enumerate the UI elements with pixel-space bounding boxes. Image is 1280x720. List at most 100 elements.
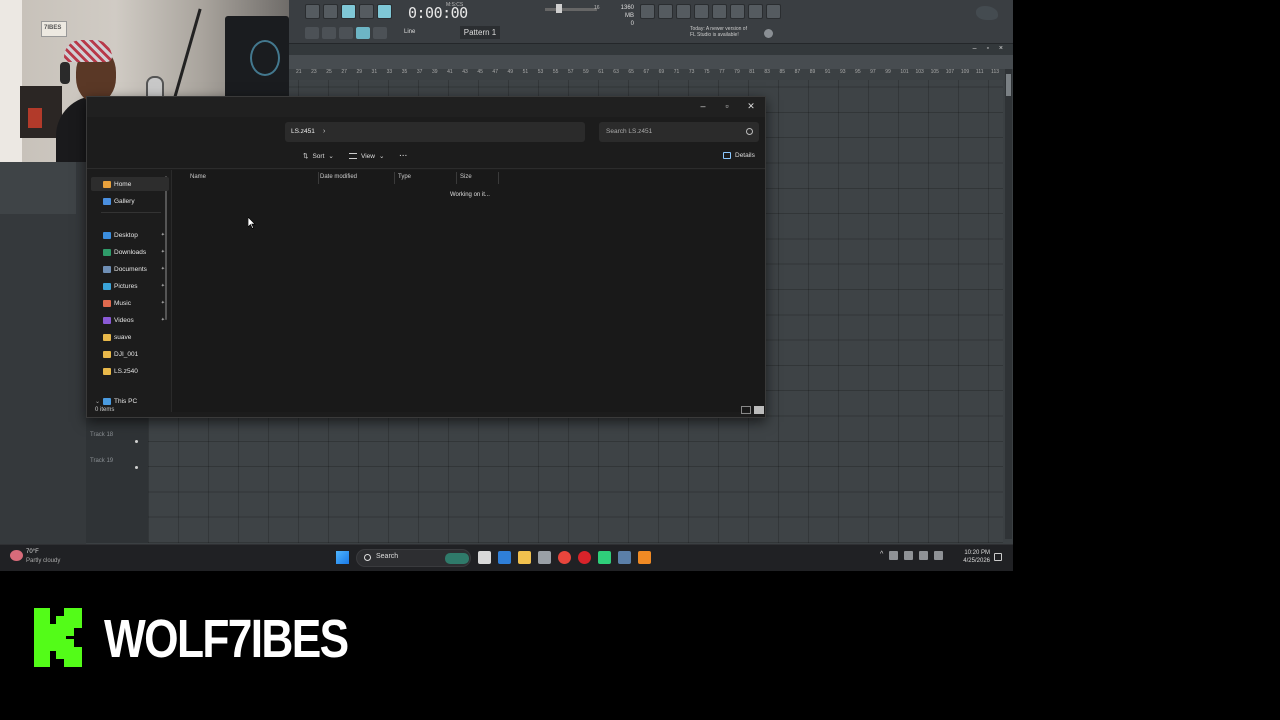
fl-play-button[interactable] bbox=[323, 4, 338, 19]
fl-master-pitch-slider[interactable] bbox=[545, 8, 597, 11]
ruler-bar-number: 57 bbox=[567, 69, 574, 75]
explorer-file-list[interactable]: Name Date modified Type Size Working on … bbox=[171, 170, 765, 412]
nav-item-videos[interactable]: Videos ✦ bbox=[103, 313, 167, 327]
app-green-icon[interactable] bbox=[598, 551, 611, 564]
column-header-name[interactable]: Name bbox=[190, 174, 206, 180]
nav-item-gallery[interactable]: Gallery bbox=[103, 194, 167, 208]
fl-record-button[interactable] bbox=[359, 4, 374, 19]
nav-item-pictures[interactable]: Pictures ✦ bbox=[103, 279, 167, 293]
fl-studio-icon[interactable] bbox=[638, 551, 651, 564]
pin-icon[interactable]: ✦ bbox=[161, 249, 165, 255]
pin-icon[interactable]: ✦ bbox=[161, 232, 165, 238]
maximize-icon[interactable]: ▫ bbox=[715, 97, 739, 115]
weather-temperature[interactable]: 70°F bbox=[26, 549, 39, 555]
details-button[interactable]: Details bbox=[723, 152, 755, 159]
track-mute-dot[interactable] bbox=[135, 466, 138, 469]
fl-draw-icon[interactable] bbox=[356, 27, 370, 39]
chevron-down-icon[interactable]: ⌄ bbox=[95, 398, 100, 405]
playlist-scroll-thumb[interactable] bbox=[1006, 74, 1011, 96]
view-button[interactable]: View ⌄ bbox=[349, 152, 384, 160]
fl-arrow-icon[interactable] bbox=[322, 27, 336, 39]
fl-slide-icon[interactable] bbox=[339, 27, 353, 39]
column-header-size[interactable]: Size bbox=[460, 174, 472, 180]
fl-info-icon[interactable] bbox=[748, 4, 763, 19]
taskview-icon[interactable] bbox=[478, 551, 491, 564]
taskbar-search[interactable]: Search bbox=[356, 549, 471, 567]
fl-news-icon[interactable] bbox=[764, 29, 773, 38]
chrome-icon[interactable] bbox=[558, 551, 571, 564]
track-label[interactable]: Track 18 bbox=[90, 432, 113, 438]
keyboard-icon[interactable] bbox=[904, 551, 914, 560]
notification-icon[interactable] bbox=[994, 553, 1002, 561]
chevron-right-icon[interactable]: › bbox=[323, 128, 325, 135]
explorer-titlebar[interactable]: – ▫ ✕ bbox=[87, 97, 765, 117]
file-explorer-icon[interactable] bbox=[518, 551, 531, 564]
fl-online-icon[interactable] bbox=[640, 4, 655, 19]
fl-magnet-icon[interactable] bbox=[373, 27, 387, 39]
playlist-ruler[interactable]: 21 23 25 27 29 31 33 35 37 39 41 43 45 47 49 51 53 55 57 59… bbox=[296, 69, 1006, 79]
explorer-search-box[interactable]: Search LS.z451 bbox=[599, 122, 759, 142]
fl-mixer-icon[interactable] bbox=[712, 4, 727, 19]
fl-download-icon[interactable] bbox=[766, 4, 781, 19]
sort-button[interactable]: ⇅ Sort ⌄ bbox=[303, 152, 334, 161]
pin-icon[interactable]: ✦ bbox=[161, 283, 165, 289]
address-bar[interactable]: LS.z451 bbox=[285, 122, 585, 142]
pin-icon[interactable]: ✦ bbox=[161, 266, 165, 272]
track-label[interactable]: Track 19 bbox=[90, 458, 113, 464]
fl-metronome-button[interactable] bbox=[377, 4, 392, 19]
column-divider[interactable] bbox=[394, 172, 395, 184]
nav-item-home[interactable]: Home bbox=[91, 177, 169, 191]
folder-icon bbox=[103, 367, 111, 375]
details-view-icon[interactable] bbox=[741, 406, 751, 414]
fl-stop-button[interactable] bbox=[341, 4, 356, 19]
fl-help-icon[interactable] bbox=[694, 4, 709, 19]
wifi-icon[interactable] bbox=[919, 551, 929, 560]
fl-channel-rack-icon[interactable] bbox=[730, 4, 745, 19]
start-icon[interactable] bbox=[336, 551, 349, 564]
fl-pattern-song-button[interactable] bbox=[305, 4, 320, 19]
nav-item-documents[interactable]: Documents ✦ bbox=[103, 262, 167, 276]
column-header-type[interactable]: Type bbox=[398, 174, 411, 180]
close-icon[interactable]: ✕ bbox=[739, 97, 763, 115]
nav-item-downloads[interactable]: Downloads ✦ bbox=[103, 245, 167, 259]
more-options-button[interactable]: ... bbox=[399, 148, 407, 159]
store-icon[interactable] bbox=[498, 551, 511, 564]
pin-icon[interactable]: ✦ bbox=[161, 300, 165, 306]
column-divider[interactable] bbox=[318, 172, 319, 184]
mic-icon[interactable] bbox=[889, 551, 899, 560]
ruler-bar-number: 41 bbox=[447, 69, 453, 75]
column-divider[interactable] bbox=[456, 172, 457, 184]
taskbar-clock[interactable]: 10:20 PM 4/25/2026 bbox=[958, 549, 990, 565]
weather-description[interactable]: Partly cloudy bbox=[26, 558, 60, 564]
volume-icon[interactable] bbox=[934, 551, 944, 560]
nav-item-ls-z540[interactable]: LS.z540 bbox=[103, 364, 167, 378]
weather-icon[interactable] bbox=[10, 550, 23, 561]
playlist-window-controls[interactable]: – ▫ × bbox=[973, 45, 1007, 52]
track-mute-dot[interactable] bbox=[135, 440, 138, 443]
chevron-up-icon[interactable]: ^ bbox=[880, 551, 883, 560]
pictures-icon bbox=[103, 282, 111, 290]
fl-snap-selector[interactable]: Line bbox=[404, 29, 415, 35]
nav-item-suave[interactable]: suave bbox=[103, 330, 167, 344]
fl-cpu-icon[interactable] bbox=[658, 4, 673, 19]
fl-keyboard-icon[interactable] bbox=[305, 27, 319, 39]
settings-icon[interactable] bbox=[538, 551, 551, 564]
opera-icon[interactable] bbox=[578, 551, 591, 564]
column-header-date-modified[interactable]: Date modified bbox=[320, 174, 357, 180]
column-divider[interactable] bbox=[498, 172, 499, 184]
ruler-bar-number: 107 bbox=[945, 69, 955, 75]
nav-item-desktop[interactable]: Desktop ✦ bbox=[103, 228, 167, 242]
fl-news-panel[interactable]: Today: A newer version of FL Studio is a… bbox=[690, 26, 754, 38]
minimize-icon[interactable]: – bbox=[691, 97, 715, 115]
fl-pattern-selector[interactable]: Pattern 1 bbox=[460, 26, 500, 39]
pin-icon[interactable]: ✦ bbox=[161, 317, 165, 323]
this-pc-icon bbox=[103, 397, 112, 405]
fl-slider-knob[interactable] bbox=[556, 4, 562, 13]
nav-item-music[interactable]: Music ✦ bbox=[103, 296, 167, 310]
nav-item-dji-001[interactable]: DJI_001 bbox=[103, 347, 167, 361]
fl-browser-header bbox=[0, 162, 76, 214]
fl-mic-icon[interactable] bbox=[676, 4, 691, 19]
tiles-view-icon[interactable] bbox=[754, 406, 764, 414]
steam-icon[interactable] bbox=[618, 551, 631, 564]
playlist-scrollbar[interactable] bbox=[1005, 69, 1012, 539]
